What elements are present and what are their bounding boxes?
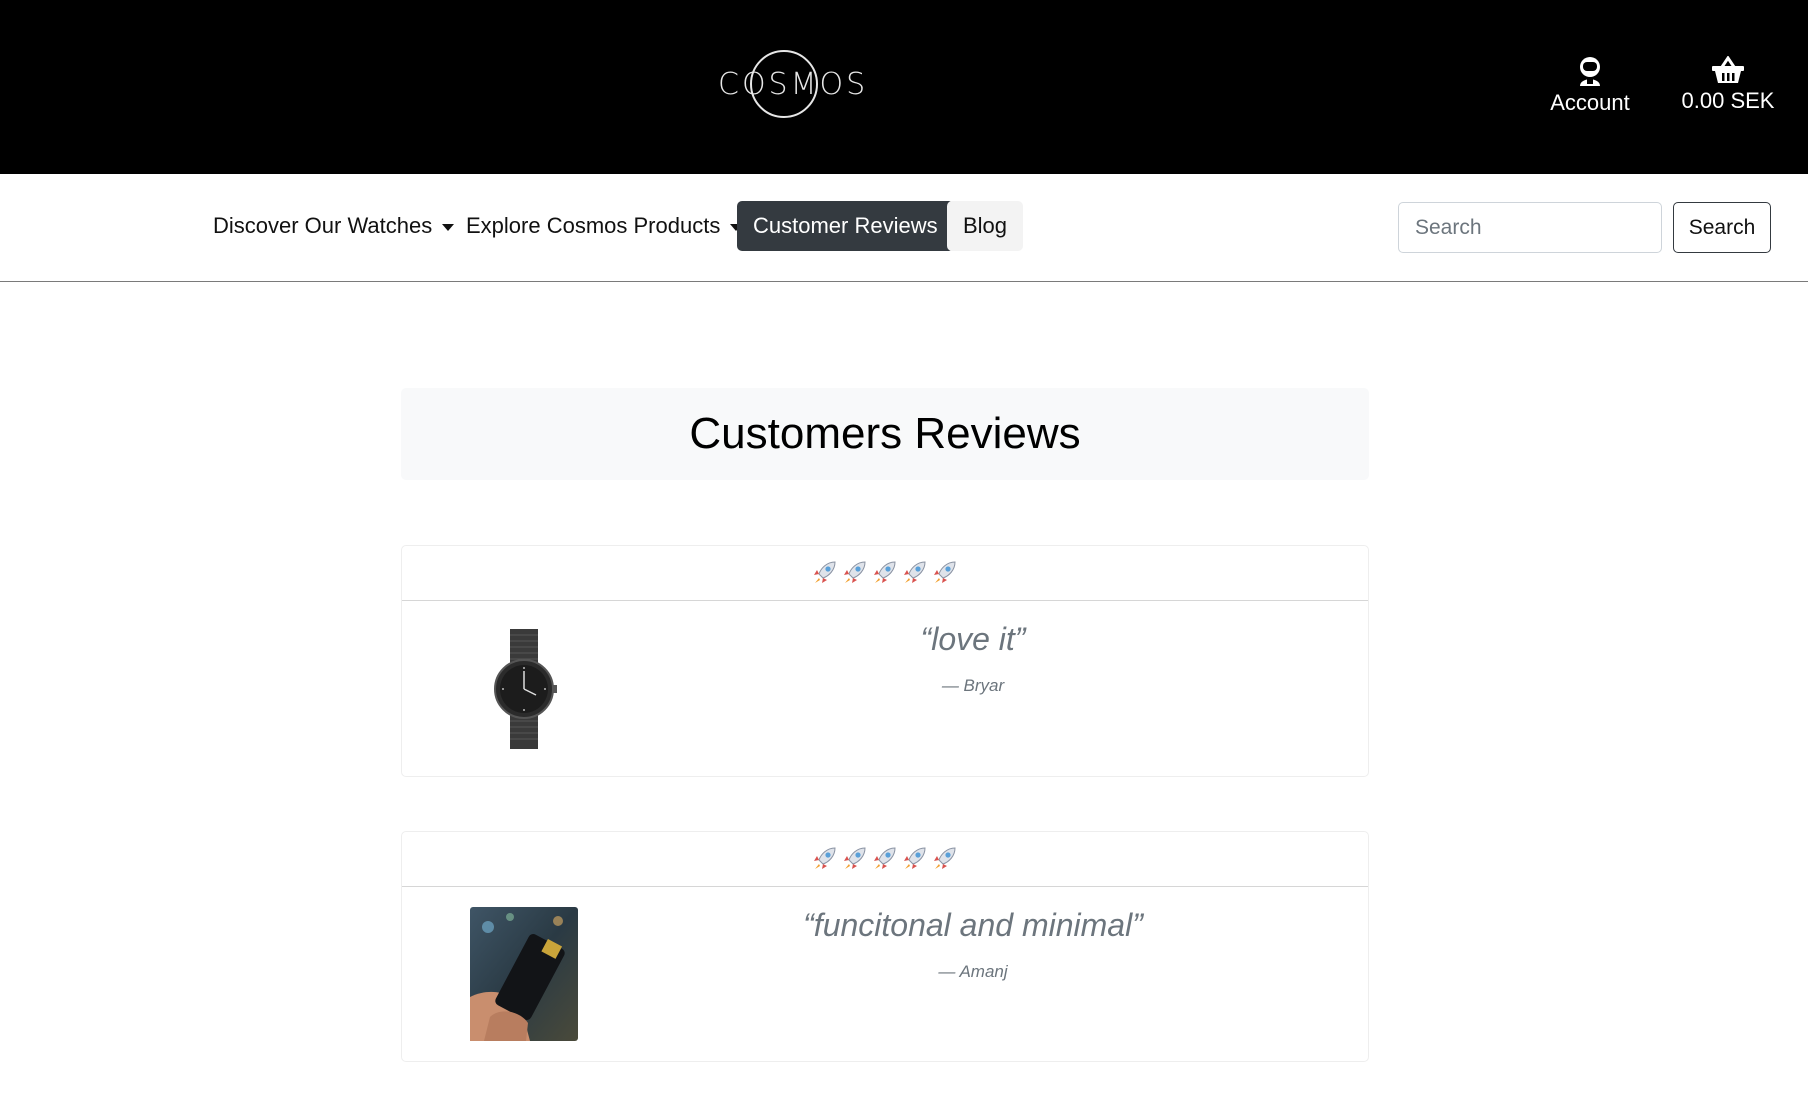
nav-explore-products-label: Explore Cosmos Products (466, 213, 721, 238)
card-holder-photo[interactable] (470, 907, 578, 1041)
logo-text: COSMOS (718, 67, 869, 102)
rocket-icon (874, 561, 896, 583)
page-title: Customers Reviews (689, 409, 1081, 458)
review-author: — Amanj (938, 962, 1008, 981)
review-body: “funcitonal and minimal” — Amanj (402, 887, 1368, 1063)
account-label: Account (1550, 90, 1630, 115)
account-link[interactable]: Account (1540, 56, 1640, 116)
review-card: “funcitonal and minimal” — Amanj (401, 831, 1369, 1062)
rocket-icon (814, 847, 836, 869)
review-quote: “funcitonal and minimal” (803, 907, 1143, 943)
basket-icon (1712, 56, 1744, 83)
cart-link[interactable]: 0.00 SEK (1676, 56, 1780, 114)
nav-explore-products[interactable]: Explore Cosmos Products (450, 201, 758, 251)
review-author: — Bryar (941, 676, 1005, 695)
review-body: “love it” — Bryar (402, 601, 1368, 777)
rocket-icon (904, 561, 926, 583)
page-title-box: Customers Reviews (401, 388, 1369, 480)
search-button[interactable]: Search (1673, 202, 1771, 253)
cart-total: 0.00 SEK (1681, 88, 1775, 113)
rocket-icon (874, 847, 896, 869)
rocket-icon (814, 561, 836, 583)
black-watch-image[interactable] (470, 621, 578, 755)
rating-row (402, 546, 1368, 601)
rocket-icon (934, 561, 956, 583)
rocket-icon (934, 847, 956, 869)
nav-blog[interactable]: Blog (947, 201, 1024, 251)
nav-discover-watches-label: Discover Our Watches (213, 213, 433, 238)
rating-row (402, 832, 1368, 887)
cosmos-logo[interactable]: COSMOS (718, 48, 869, 120)
rocket-icon (844, 561, 866, 583)
rocket-icon (844, 847, 866, 869)
main-navbar: Discover Our Watches Explore Cosmos Prod… (0, 174, 1808, 282)
rocket-icon (904, 847, 926, 869)
review-quote: “love it” (920, 621, 1026, 657)
astronaut-icon (1580, 57, 1600, 86)
nav-discover-watches[interactable]: Discover Our Watches (197, 201, 470, 251)
top-header: COSMOS Account 0.00 SEK (0, 0, 1808, 174)
review-card: “love it” — Bryar (401, 545, 1369, 777)
nav-customer-reviews[interactable]: Customer Reviews (737, 201, 954, 251)
search-input[interactable] (1398, 202, 1662, 253)
